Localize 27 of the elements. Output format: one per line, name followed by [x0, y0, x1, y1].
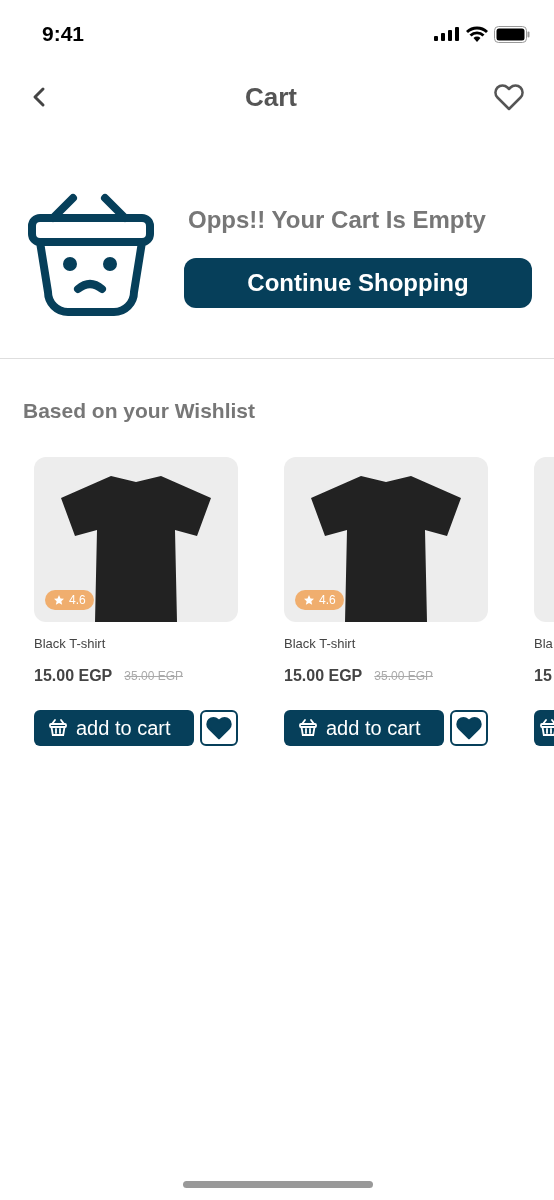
- heart-icon[interactable]: [494, 83, 524, 111]
- sad-basket-icon: [28, 192, 154, 318]
- product-name: Black T-shirt: [284, 634, 357, 653]
- wifi-icon: [466, 26, 488, 42]
- rating-badge: 4.6: [295, 589, 344, 610]
- add-to-cart-button[interactable]: add to cart: [284, 710, 444, 746]
- add-to-cart-button[interactable]: add to cart: [34, 710, 194, 746]
- basket-icon: [539, 718, 554, 738]
- wishlist-button[interactable]: [450, 710, 488, 746]
- product-name: Bla: [534, 634, 554, 653]
- rating-badge: 4.6: [45, 589, 94, 610]
- basket-icon: [298, 718, 318, 738]
- price: 15: [534, 666, 552, 686]
- continue-shopping-button[interactable]: Continue Shopping: [184, 258, 532, 308]
- section-title: Based on your Wishlist: [22, 398, 256, 424]
- empty-cart-message: Opps!! Your Cart Is Empty: [187, 205, 486, 235]
- price: 15.00 EGP: [284, 666, 363, 686]
- status-time: 9:41: [42, 21, 85, 48]
- product-name: Black T-shirt: [34, 634, 107, 653]
- battery-icon: [494, 25, 530, 43]
- wishlist-button[interactable]: [200, 710, 238, 746]
- old-price: 35.00 EGP: [374, 668, 433, 685]
- price: 15.00 EGP: [34, 666, 113, 686]
- signal-icon: [434, 27, 460, 41]
- old-price: 35.00 EGP: [124, 668, 183, 685]
- page-title: Cart: [245, 80, 297, 114]
- basket-icon: [48, 718, 68, 738]
